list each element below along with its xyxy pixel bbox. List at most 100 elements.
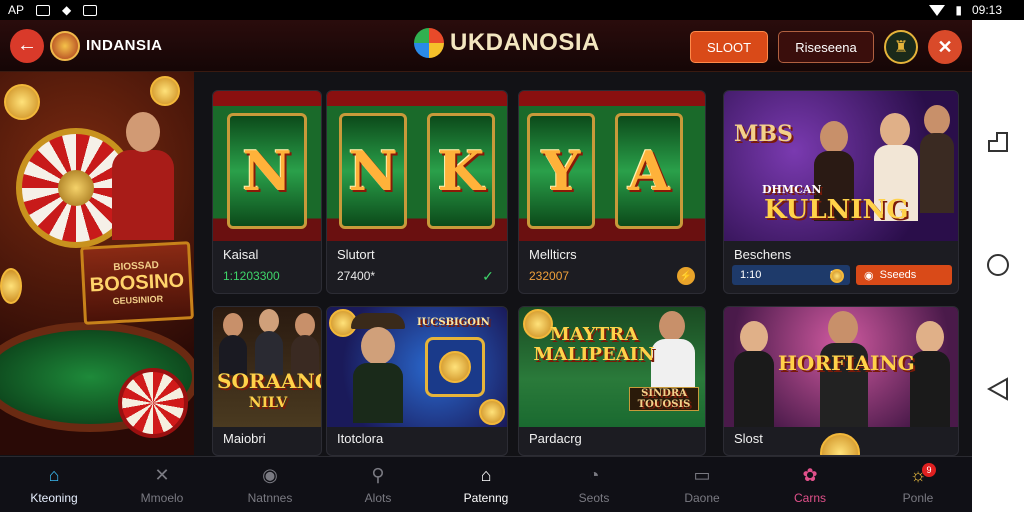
game-thumbnail: Y A (519, 91, 705, 241)
game-value: 232007 (529, 269, 570, 283)
gallery-icon (36, 4, 51, 16)
brand-logo-icon (50, 30, 80, 61)
center-brand-text: UKDANOSIA (450, 29, 600, 56)
reel-symbol: K (427, 113, 495, 229)
left-brand-text: INDANSIA (86, 37, 163, 54)
reel-symbol: A (615, 113, 683, 229)
coin-icon (150, 76, 180, 106)
dealer-image (112, 150, 174, 240)
tab-daone[interactable]: ▭ Daone (648, 457, 756, 512)
monitor-icon: ▭ (693, 464, 711, 485)
seeds-button[interactable]: ◉ Sseeds (856, 265, 952, 285)
game-card[interactable]: SORAANG NILV Maiobri 222400 (212, 306, 322, 456)
house-outline-icon: ⌂ (480, 464, 492, 485)
center-brand: UKDANOSIA (414, 28, 600, 58)
home-nav-icon[interactable] (986, 253, 1010, 277)
back-button[interactable]: ← (10, 28, 44, 63)
game-title: Beschens (734, 247, 792, 262)
art-subtitle: SINDRA TOUOSIS (629, 387, 699, 411)
game-thumbnail: SORAANG NILV (213, 307, 321, 427)
casino-chip-image (118, 368, 188, 438)
left-brand: INDANSIA (50, 30, 163, 61)
game-title: Maiobri (223, 431, 266, 446)
game-thumbnail: MAYTRA MALIPEAIN SINDRA TOUOSIS (519, 307, 705, 427)
search-icon: ⚲ (371, 464, 385, 485)
coin-icon (439, 351, 471, 383)
home-icon: ⌂ (48, 464, 60, 485)
image-icon (83, 4, 98, 16)
game-card[interactable]: N Kaisal 1:1203300 (212, 90, 322, 294)
bottom-tab-bar: ⌂ Kteoning ✕ Mmoelo ◉ Natnnes ⚲ Alots ⌂ … (0, 456, 972, 512)
game-thumbnail: N K (327, 91, 507, 241)
header-actions: SLOOT Riseseena ♜ ✕ (690, 30, 962, 64)
dealer-head (126, 112, 160, 152)
tab-ponle[interactable]: ☼ 9 Ponle (864, 457, 972, 512)
sign-bottom-text: GEUSINIOR (112, 293, 164, 307)
game-card[interactable]: MAYTRA MALIPEAIN SINDRA TOUOSIS Pardacrg… (518, 306, 706, 456)
clock-icon: ◔ (588, 464, 600, 485)
game-thumbnail: HORFIAING (724, 307, 958, 455)
coin-icon: ◉ (262, 464, 278, 485)
coin-icon (820, 433, 860, 455)
promo-banner[interactable]: BIOSSAD BOOSINO GEUSINIOR (0, 72, 194, 455)
game-card[interactable]: HORFIAING Slost (723, 306, 959, 456)
game-card[interactable]: IUCSBIGOIN Itotclora 236009 (326, 306, 508, 456)
tab-mmoelo[interactable]: ✕ Mmoelo (108, 457, 216, 512)
tab-alots[interactable]: ⚲ Alots (324, 457, 432, 512)
close-icon[interactable]: ✕ (928, 30, 962, 64)
game-value: 1:1203300 (223, 269, 280, 283)
tab-natnnes[interactable]: ◉ Natnnes (216, 457, 324, 512)
back-nav-icon[interactable] (987, 377, 1009, 401)
tab-label: Patenng (463, 491, 509, 505)
tab-label: Seots (578, 491, 610, 505)
coin-icon (479, 399, 505, 425)
game-thumbnail: IUCSBIGOIN (327, 307, 507, 427)
bonus-icon: ⚡ (677, 267, 695, 285)
bet-min: 1:10 (740, 269, 762, 281)
coin-icon (0, 268, 22, 304)
seeds-label: Sseeds (879, 269, 917, 281)
game-thumbnail: MBS DHMCAN KULNING (724, 91, 958, 241)
tab-label: Carns (793, 491, 826, 505)
reel-symbol: N (339, 113, 407, 229)
clock-time: 09:13 (971, 3, 1002, 17)
app-header: ← INDANSIA UKDANOSIA SLOOT Riseseena ♜ ✕ (0, 20, 972, 72)
register-button[interactable]: Riseseena (778, 31, 874, 63)
crossed-tools-icon: ✕ (154, 464, 170, 485)
game-card[interactable]: MBS DHMCAN KULNING Beschens 1:10 25 ◉ S (723, 90, 959, 294)
app-window: ← INDANSIA UKDANOSIA SLOOT Riseseena ♜ ✕… (0, 20, 972, 512)
tab-label: Alots (364, 491, 392, 505)
reel-symbol: Y (527, 113, 595, 229)
system-nav-bar (972, 20, 1024, 512)
tab-label: Kteoning (30, 491, 78, 505)
seed-icon: ◉ (864, 269, 874, 282)
game-title: Mellticrs (529, 247, 577, 262)
game-card[interactable]: N K Slutort 27400* ✓ (326, 90, 508, 294)
tab-carns[interactable]: ✿ Carns (756, 457, 864, 512)
game-title: Pardacrg (529, 431, 582, 446)
diamond-icon: ◆ (62, 3, 72, 17)
game-card[interactable]: Y A Mellticrs 232007 ⚡ (518, 90, 706, 294)
wallet-icon[interactable]: ♜ (884, 30, 918, 64)
battery-icon: ▮ (955, 3, 962, 17)
recents-icon[interactable] (987, 131, 1009, 153)
tab-label: Ponle (902, 491, 934, 505)
coin-icon (4, 84, 40, 120)
center-logo-icon (414, 28, 444, 58)
art-title: HORFIAING (778, 351, 915, 375)
tab-home[interactable]: ⌂ Kteoning (0, 457, 108, 512)
art-subtitle: NILV (248, 395, 288, 411)
reel-symbol: N (227, 113, 307, 229)
game-title: Slutort (337, 247, 375, 262)
roulette-hub (58, 170, 94, 206)
status-bar: AP ◆ ▮ 09:13 (0, 0, 1024, 20)
game-title: Slost (734, 431, 763, 446)
art-tag: MBS (734, 121, 793, 147)
tab-patenng[interactable]: ⌂ Patenng (432, 457, 540, 512)
coin-icon (830, 269, 844, 283)
art-title: MAYTRA MALIPEAIN (533, 324, 655, 365)
tab-seots[interactable]: ◔ Seots (540, 457, 648, 512)
slot-button[interactable]: SLOOT (690, 31, 768, 63)
tab-label: Daone (684, 491, 720, 505)
art-title: SORAANG (217, 369, 322, 393)
